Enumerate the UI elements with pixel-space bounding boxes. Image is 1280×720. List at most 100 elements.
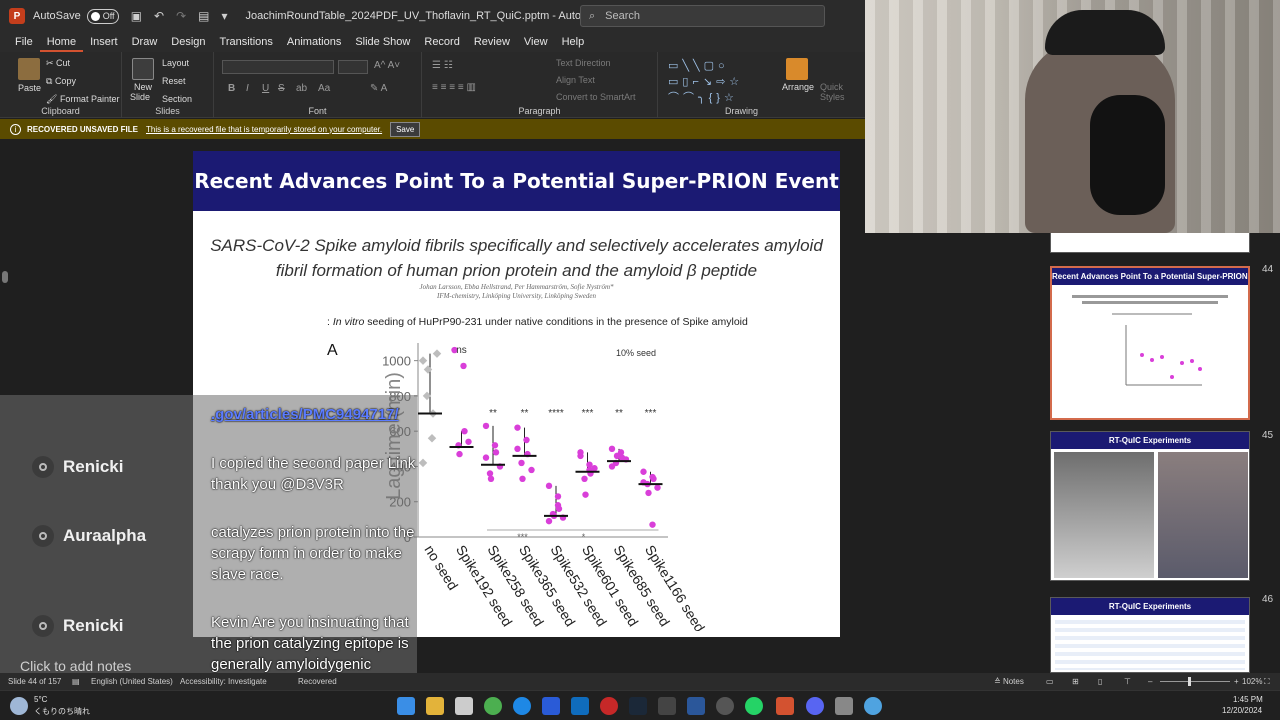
tab-insert[interactable]: Insert: [83, 32, 125, 52]
customize-qa-icon[interactable]: ▾: [222, 9, 228, 23]
quick-styles-label-2[interactable]: Styles: [820, 92, 845, 102]
new-slide-label-2[interactable]: Slide: [130, 92, 150, 102]
char-spacing-button[interactable]: ab: [296, 83, 307, 94]
zoom-in-icon[interactable]: +: [1234, 677, 1239, 686]
scrollbar-thumb[interactable]: [2, 271, 8, 283]
fit-slide-icon[interactable]: ⛶: [1264, 677, 1270, 687]
text-direction-button[interactable]: Text Direction: [556, 58, 611, 68]
sorter-view-icon[interactable]: ⊞: [1072, 677, 1079, 686]
tab-transitions[interactable]: Transitions: [213, 32, 280, 52]
data-point: [581, 475, 588, 482]
italic-button[interactable]: I: [246, 83, 249, 94]
language-status[interactable]: English (United States): [91, 677, 173, 686]
word-icon[interactable]: [687, 697, 705, 715]
zoom-slider[interactable]: [1160, 681, 1230, 682]
bold-button[interactable]: B: [228, 83, 235, 94]
underline-button[interactable]: U: [262, 83, 269, 94]
tab-design[interactable]: Design: [164, 32, 212, 52]
proofing-icon[interactable]: ▤: [72, 677, 80, 686]
whatsapp-icon[interactable]: [745, 697, 763, 715]
autosave-toggle[interactable]: Off: [86, 8, 119, 24]
present-icon[interactable]: ▤: [198, 9, 209, 23]
strikethrough-button[interactable]: S: [278, 83, 285, 94]
paste-icon[interactable]: [18, 58, 40, 80]
notes-placeholder[interactable]: Click to add notes: [20, 658, 131, 674]
app-icon-2[interactable]: [600, 697, 618, 715]
discord-icon[interactable]: [806, 697, 824, 715]
weather-icon[interactable]: [10, 697, 28, 715]
tab-help[interactable]: Help: [555, 32, 592, 52]
shapes-gallery[interactable]: ▭╲╲▢○ ▭▯⌐↘⇨☆ ⌒⌒╮{}☆: [668, 58, 778, 106]
app-icon-5[interactable]: [835, 697, 853, 715]
normal-view-icon[interactable]: ▭: [1046, 677, 1054, 686]
format-painter-button[interactable]: 🖌 Format Painter: [46, 94, 119, 105]
undo-icon[interactable]: ↶: [154, 9, 164, 23]
convert-smartart-button[interactable]: Convert to SmartArt: [556, 92, 636, 102]
arrange-button[interactable]: Arrange: [782, 82, 814, 92]
powerpoint-taskbar-icon[interactable]: [776, 697, 794, 715]
outlook-icon[interactable]: [571, 697, 589, 715]
zoom-out-icon[interactable]: –: [1148, 677, 1152, 686]
align-icons[interactable]: ≡ ≡ ≡ ≡ ▥: [432, 82, 476, 93]
thumbnail-slide-45[interactable]: RT-QuIC Experiments: [1050, 431, 1250, 581]
search-input[interactable]: ⌕ Search: [580, 5, 825, 27]
tab-home[interactable]: Home: [39, 32, 84, 52]
bullets-icon[interactable]: ☰ ☷: [432, 60, 453, 71]
recovered-status: Recovered: [298, 677, 337, 686]
reading-view-icon[interactable]: ▯: [1098, 677, 1102, 686]
slides-group: New Slide Layout Reset Section Slides: [122, 52, 214, 118]
steam-icon[interactable]: [629, 697, 647, 715]
highlight-icon[interactable]: ✎ A: [370, 83, 387, 94]
new-slide-icon[interactable]: [132, 58, 154, 80]
chrome-icon[interactable]: [484, 697, 502, 715]
tab-slide-show[interactable]: Slide Show: [348, 32, 417, 52]
clock-date[interactable]: 12/20/2024: [1222, 706, 1262, 715]
section-button[interactable]: Section: [162, 94, 192, 104]
thumbnail-slide-46[interactable]: RT-QuIC Experiments: [1050, 597, 1250, 673]
tab-draw[interactable]: Draw: [125, 32, 165, 52]
grow-font-icon[interactable]: A^ A˅: [374, 60, 400, 71]
arrange-icon[interactable]: [786, 58, 808, 80]
reset-button[interactable]: Reset: [162, 76, 186, 86]
recovered-save-button[interactable]: Save: [390, 121, 421, 137]
user-avatar-icon: [32, 456, 54, 478]
recovered-message-link[interactable]: This is a recovered file that is tempora…: [146, 125, 382, 134]
slideshow-view-icon[interactable]: ⊤: [1124, 677, 1131, 686]
app-icon-1[interactable]: [542, 697, 560, 715]
app-icon-4[interactable]: [716, 697, 734, 715]
cut-button[interactable]: ✂ Cut: [46, 58, 70, 69]
thumbnail-title: RT-QuIC Experiments: [1051, 432, 1249, 449]
tab-review[interactable]: Review: [467, 32, 517, 52]
zoom-level[interactable]: 102%: [1242, 677, 1262, 686]
font-family-select[interactable]: [222, 60, 334, 74]
accessibility-status[interactable]: Accessibility: Investigate: [180, 677, 267, 686]
store-icon[interactable]: [455, 697, 473, 715]
tab-file[interactable]: File: [8, 32, 40, 52]
new-slide-label-1[interactable]: New: [134, 82, 152, 92]
autosave-state: Off: [102, 11, 115, 21]
thumbnail-prev[interactable]: [1050, 233, 1250, 253]
quick-styles-label-1[interactable]: Quick: [820, 82, 843, 92]
tab-animations[interactable]: Animations: [280, 32, 348, 52]
clock-time[interactable]: 1:45 PM: [1233, 695, 1263, 704]
layout-button[interactable]: Layout: [162, 58, 189, 68]
change-case-button[interactable]: Aa: [318, 83, 330, 94]
bracket-mark: *: [582, 532, 586, 542]
tab-view[interactable]: View: [517, 32, 555, 52]
start-icon[interactable]: [397, 697, 415, 715]
save-icon[interactable]: ▣: [131, 9, 142, 23]
thumbnail-slide-44[interactable]: Recent Advances Point To a Potential Sup…: [1050, 266, 1250, 420]
edge-icon[interactable]: [513, 697, 531, 715]
app-icon-6[interactable]: [864, 697, 882, 715]
paste-button[interactable]: Paste: [18, 83, 41, 93]
font-size-select[interactable]: [338, 60, 368, 74]
zoom-slider-thumb[interactable]: [1188, 677, 1191, 686]
app-icon-3[interactable]: [658, 697, 676, 715]
redo-icon[interactable]: ↷: [176, 9, 186, 23]
align-text-button[interactable]: Align Text: [556, 75, 595, 85]
chat-link-message[interactable]: .gov/articles/PMC9494717/: [211, 404, 421, 425]
tab-record[interactable]: Record: [417, 32, 466, 52]
copy-button[interactable]: ⧉ Copy: [46, 76, 76, 87]
file-explorer-icon[interactable]: [426, 697, 444, 715]
notes-button[interactable]: ≙ Notes: [994, 677, 1024, 686]
